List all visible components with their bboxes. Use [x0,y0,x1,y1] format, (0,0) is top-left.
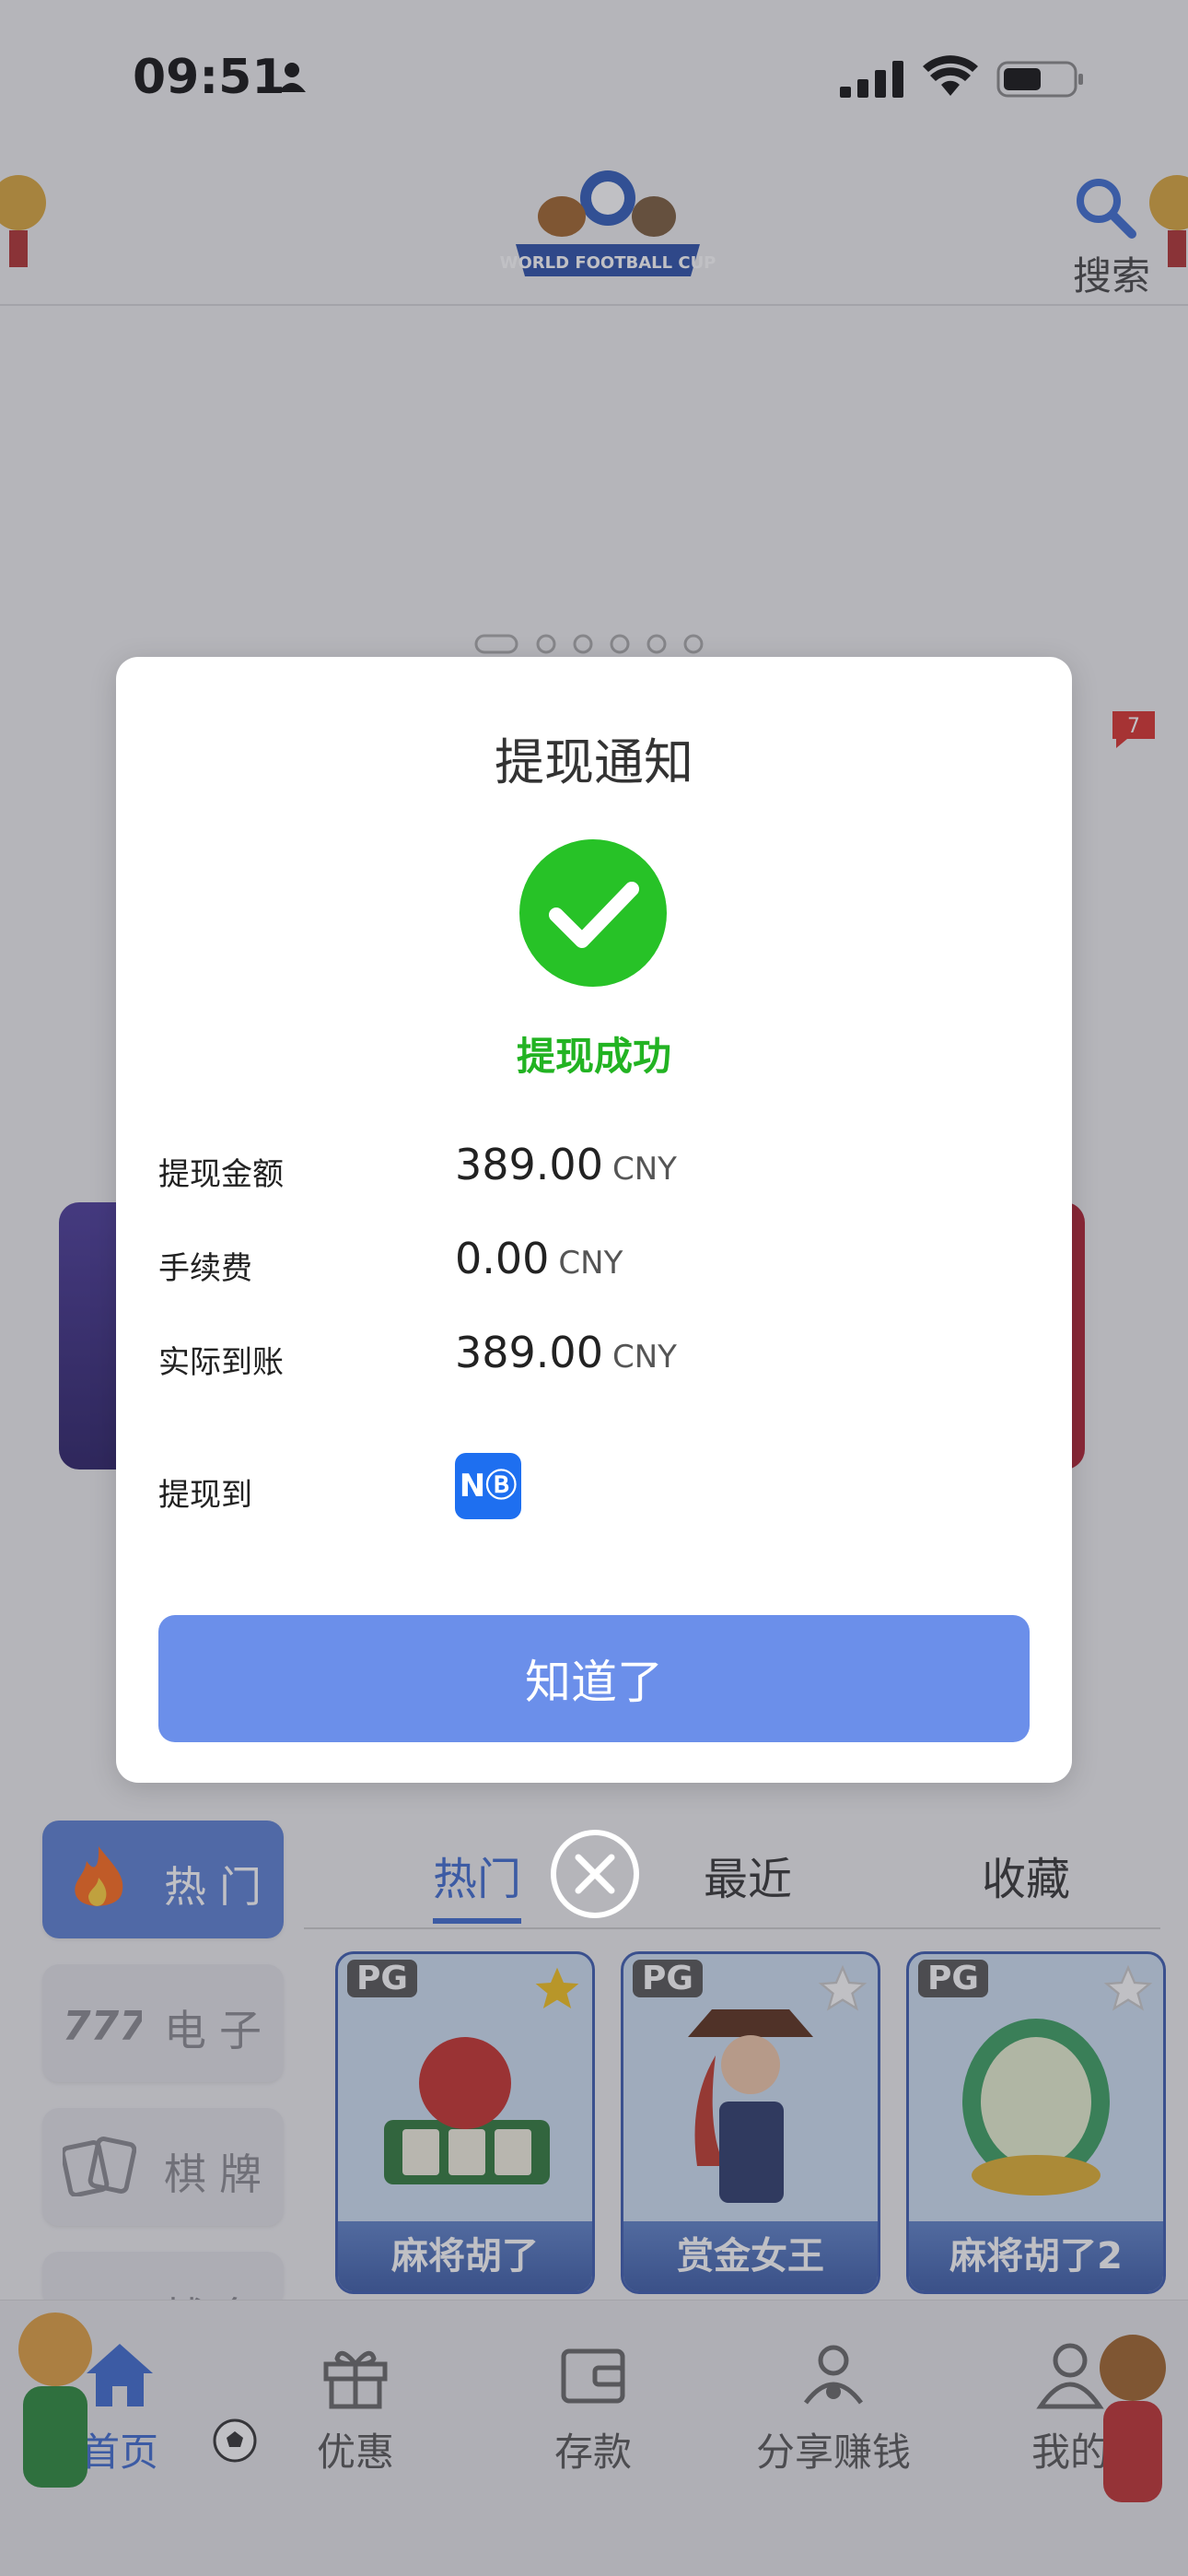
dialog-title: 提现通知 [495,733,693,791]
acknowledge-button[interactable]: 知道了 [158,1615,1030,1742]
row-value: 389.00 [455,1328,603,1377]
row-label: 实际到账 [158,1344,284,1381]
row-value-wrap: 389.00 CNY [455,1328,677,1377]
withdrawal-notification-dialog: 提现通知 提现成功 提现金额 389.00 CNY 手续费 0.00 CNY 实际到… [116,657,1072,1783]
row-unit: CNY [611,1339,677,1376]
row-unit: CNY [611,1151,677,1188]
actual-received-row: 实际到账 389.00 CNY [158,1324,987,1388]
withdraw-success-text: 提现成功 [516,1034,671,1079]
withdraw-to-row: 提现到 [158,1457,987,1521]
row-unit: CNY [558,1245,623,1282]
row-label: 提现到 [158,1477,252,1514]
withdraw-amount-row: 提现金额 389.00 CNY [158,1136,987,1200]
row-value-wrap: 389.00 CNY [455,1140,677,1189]
fee-row: 手续费 0.00 CNY [158,1230,987,1294]
close-icon[interactable] [549,1828,641,1920]
success-check-icon [519,839,667,987]
row-value-wrap: 0.00 CNY [455,1234,623,1283]
row-value: 0.00 [455,1234,550,1283]
row-label: 提现金额 [158,1156,284,1193]
payment-method-badge: NⒷ [455,1453,521,1519]
row-value: 389.00 [455,1140,603,1189]
row-label: 手续费 [158,1250,252,1287]
